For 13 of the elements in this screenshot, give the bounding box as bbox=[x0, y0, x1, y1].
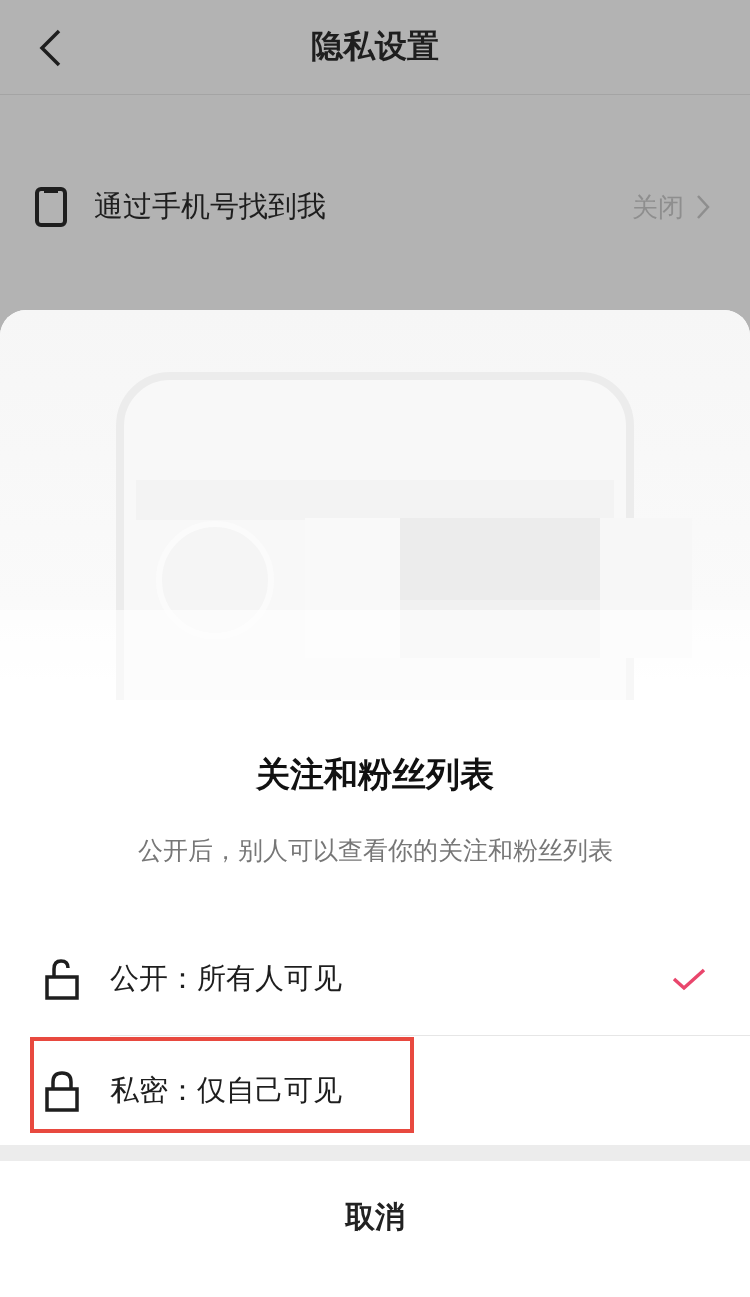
sheet-title: 关注和粉丝列表 bbox=[256, 753, 494, 796]
option-label: 私密：仅自己可见 bbox=[110, 1072, 343, 1109]
unlocked-padlock-icon bbox=[44, 958, 80, 1000]
back-icon[interactable] bbox=[38, 28, 62, 68]
visibility-option[interactable]: 公开：所有人可见 bbox=[0, 923, 750, 1035]
sheet-description: 公开后，别人可以查看你的关注和粉丝列表 bbox=[137, 835, 613, 867]
padlock-icon bbox=[44, 1070, 80, 1112]
setting-label: 通过手机号找到我 bbox=[94, 188, 327, 225]
visibility-option[interactable]: 私密：仅自己可见 bbox=[0, 1035, 750, 1147]
chevron-icon bbox=[696, 194, 710, 220]
phone-icon bbox=[34, 187, 68, 227]
option-label: 公开：所有人可见 bbox=[110, 960, 343, 997]
page-title: 隐私设置 bbox=[311, 26, 439, 67]
